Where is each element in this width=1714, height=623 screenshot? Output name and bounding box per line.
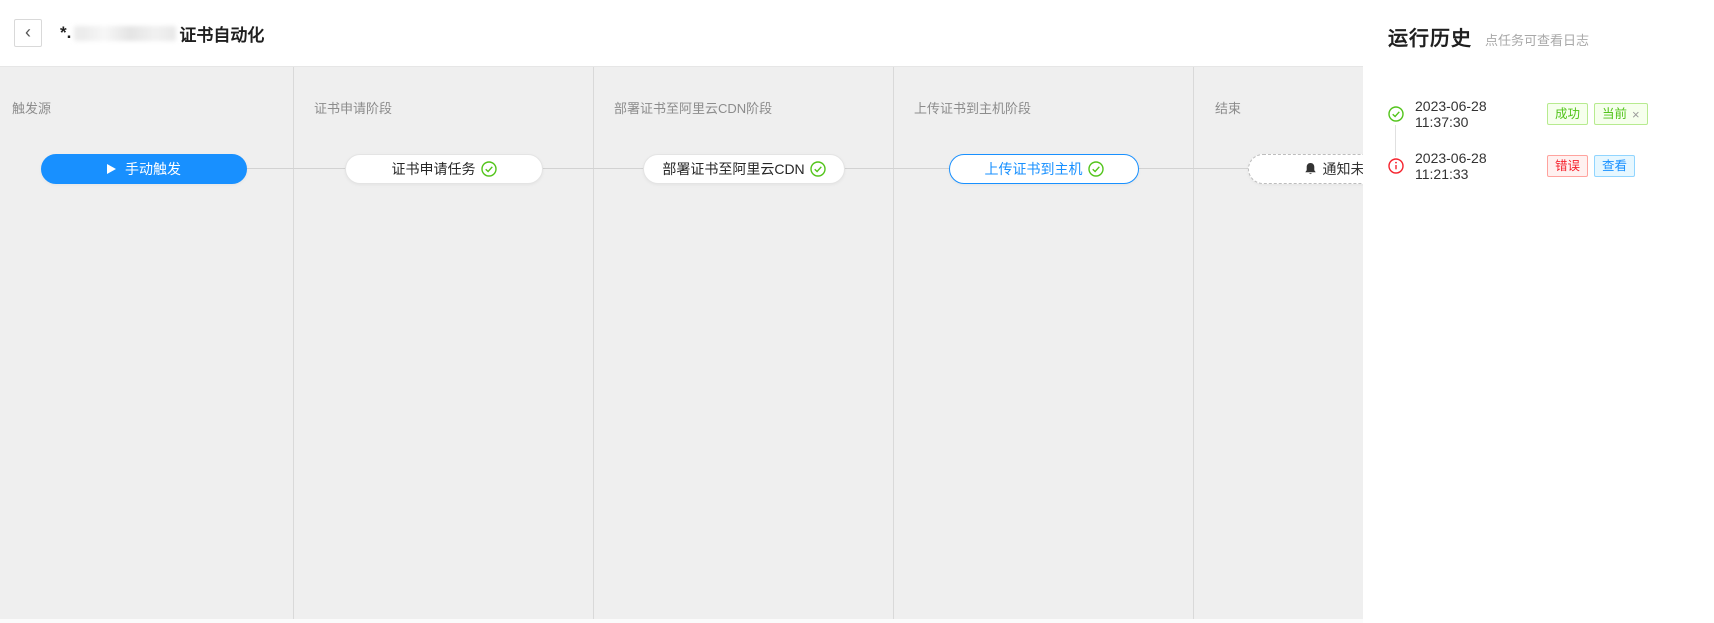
stage-label: 触发源 (12, 98, 51, 117)
page-title-prefix: *. (60, 23, 71, 43)
status-badge-success: 成功 (1547, 103, 1588, 125)
back-chevron-icon: ‹ (25, 23, 31, 41)
run-history-panel: 运行历史 点任务可查看日志 2023-06-28 11:37:30 成功 当前 … (1363, 0, 1714, 623)
run-history-header: 运行历史 点任务可查看日志 (1388, 22, 1589, 51)
close-icon[interactable]: × (1632, 108, 1640, 121)
stage-column-trigger: 触发源 (0, 67, 294, 623)
run-timestamp: 2023-06-28 11:21:33 (1415, 150, 1541, 182)
task-node-label: 手动触发 (125, 159, 181, 179)
redacted-domain-segment (74, 26, 176, 41)
stage-label: 证书申请阶段 (314, 98, 392, 117)
status-badge-error: 错误 (1547, 155, 1588, 177)
play-icon (107, 164, 116, 174)
page-title: *. 证书自动化 (60, 21, 264, 46)
timeline-connector (1395, 125, 1396, 157)
run-history-subtitle: 点任务可查看日志 (1485, 30, 1589, 51)
stage-label: 部署证书至阿里云CDN阶段 (614, 98, 772, 117)
check-circle-icon (1088, 161, 1104, 177)
back-button[interactable]: ‹ (14, 19, 42, 47)
canvas-bottom-strip (0, 619, 1363, 623)
check-circle-icon (481, 161, 497, 177)
run-history-entry[interactable]: 2023-06-28 11:21:33 错误 查看 (1388, 154, 1635, 178)
stage-label: 上传证书到主机阶段 (914, 98, 1031, 117)
run-history-title: 运行历史 (1388, 22, 1472, 51)
task-node-label: 上传证书到主机 (985, 159, 1083, 179)
stage-label: 结束 (1215, 98, 1241, 117)
task-node-cert-apply[interactable]: 证书申请任务 (345, 154, 543, 184)
stage-column-deploy-cdn: 部署证书至阿里云CDN阶段 (594, 67, 894, 623)
stage-column-upload-host: 上传证书到主机阶段 (894, 67, 1194, 623)
task-node-manual-trigger[interactable]: 手动触发 (41, 154, 247, 184)
error-circle-icon (1388, 158, 1404, 174)
status-badge-label: 成功 (1555, 108, 1580, 121)
task-node-label: 部署证书至阿里云CDN (662, 159, 804, 179)
task-node-deploy-cdn[interactable]: 部署证书至阿里云CDN (643, 154, 845, 184)
status-badge-label: 错误 (1555, 160, 1580, 173)
task-node-label: 证书申请任务 (392, 159, 476, 179)
run-history-entry[interactable]: 2023-06-28 11:37:30 成功 当前 × (1388, 102, 1648, 126)
stage-column-cert-apply: 证书申请阶段 (294, 67, 594, 623)
bell-icon (1304, 162, 1317, 176)
check-circle-icon (810, 161, 826, 177)
page-title-suffix: 证书自动化 (179, 21, 264, 46)
view-log-label: 查看 (1602, 160, 1627, 173)
current-badge-label: 当前 (1602, 108, 1627, 121)
run-timestamp: 2023-06-28 11:37:30 (1415, 98, 1541, 130)
task-node-upload-host[interactable]: 上传证书到主机 (949, 154, 1139, 184)
current-run-badge[interactable]: 当前 × (1594, 103, 1648, 125)
view-log-badge[interactable]: 查看 (1594, 155, 1635, 177)
success-circle-icon (1388, 106, 1404, 122)
